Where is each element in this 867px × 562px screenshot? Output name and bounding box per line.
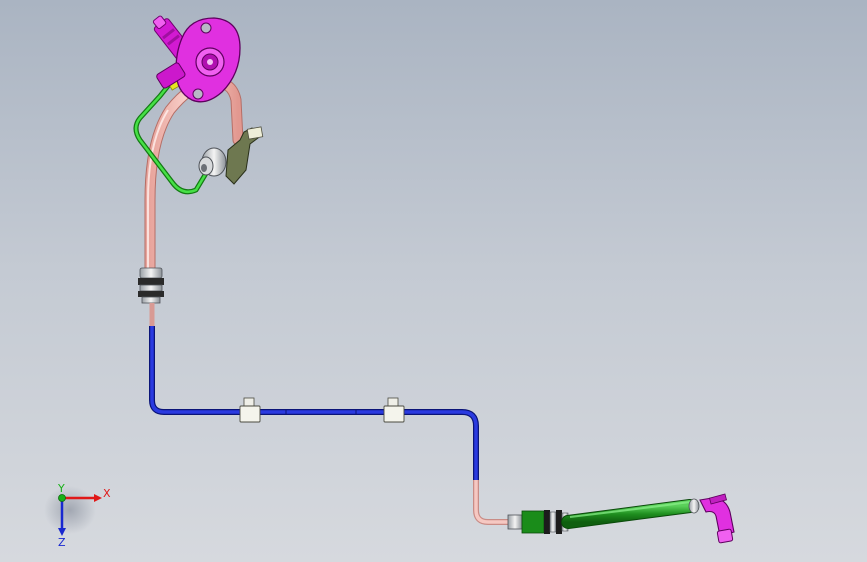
x-arrow-icon (94, 494, 102, 502)
assembly-model-view[interactable]: X Y Z (0, 0, 867, 562)
hose-assembly[interactable] (149, 326, 479, 482)
coordinate-triad[interactable]: X Y Z (44, 482, 111, 549)
rigid-tube-lower[interactable] (473, 480, 512, 525)
sensor-connector[interactable] (198, 147, 227, 177)
rigid-tube-upper[interactable] (144, 76, 244, 288)
hose-fitting[interactable] (507, 510, 569, 534)
x-axis-label: X (103, 487, 111, 500)
z-axis-label: Z (58, 536, 66, 549)
grommet-clamp[interactable] (138, 267, 164, 304)
elbow-connector[interactable] (699, 493, 735, 544)
triad-shadow (44, 486, 96, 534)
cad-graphics-viewport[interactable]: X Y Z (0, 0, 867, 562)
y-axis-dot-icon (58, 494, 66, 502)
hose-clip-left[interactable] (239, 397, 261, 423)
hose-clip-right[interactable] (383, 397, 405, 423)
y-axis-label: Y (57, 482, 65, 495)
flexible-hose[interactable] (561, 498, 700, 529)
mounting-bracket[interactable] (198, 126, 264, 185)
